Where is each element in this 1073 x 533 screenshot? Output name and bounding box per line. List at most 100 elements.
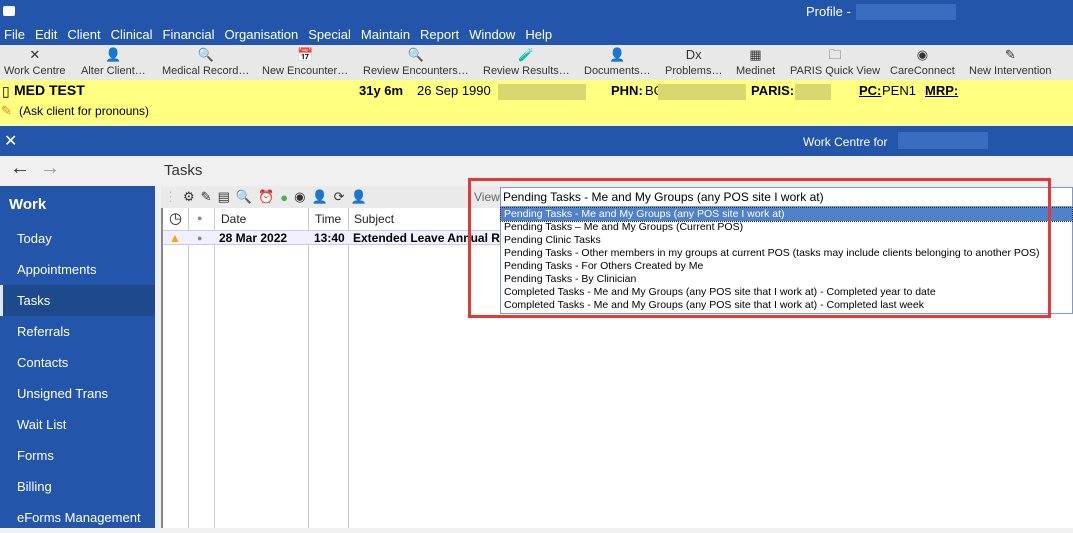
- view-option[interactable]: Completed Tasks - Me and My Groups (any …: [501, 299, 1072, 312]
- menu-help[interactable]: Help: [521, 25, 558, 45]
- search-icon[interactable]: 🔍: [236, 189, 252, 205]
- view-option[interactable]: Pending Tasks - For Others Created by Me: [501, 260, 1072, 273]
- nav-bar: ← →: [0, 156, 160, 186]
- client-dob: 26 Sep 1990: [417, 83, 491, 98]
- work-centre-bar: ✕ Work Centre for: [0, 126, 1073, 156]
- careconnect-icon: ◉: [916, 47, 929, 62]
- sidebar-item-appointments[interactable]: Appointments: [0, 254, 155, 285]
- forward-arrow-icon[interactable]: →: [40, 157, 60, 180]
- menu-bar: File Edit Client Clinical Financial Organisat…: [0, 25, 1073, 45]
- menu-client[interactable]: Client: [63, 25, 106, 45]
- sidebar-item-contacts[interactable]: Contacts: [0, 347, 155, 378]
- clock-icon[interactable]: ◷: [169, 209, 182, 227]
- magnifier-icon: 🔍: [197, 47, 214, 62]
- view-option[interactable]: Pending Tasks - Other members in my grou…: [501, 247, 1072, 260]
- menu-maintain[interactable]: Maintain: [357, 25, 416, 45]
- menu-window[interactable]: Window: [465, 25, 521, 45]
- toolbar-button-medical-record[interactable]: 🔍 Medical Record…: [162, 45, 249, 77]
- toolbar-button-alter-client[interactable]: 👤 Alter Client…: [81, 45, 146, 77]
- task-date: 28 Mar 2022: [219, 231, 288, 245]
- sidebar-item-wait-list[interactable]: Wait List: [0, 409, 155, 440]
- sidebar-item-forms[interactable]: Forms: [0, 440, 155, 471]
- toolbar-button-review-encounters[interactable]: 🔍 Review Encounters…: [363, 45, 469, 77]
- status-dot-icon[interactable]: ●: [197, 213, 202, 223]
- column-header-subject[interactable]: Subject: [354, 212, 394, 226]
- menu-file[interactable]: File: [0, 25, 31, 45]
- pc-label[interactable]: PC:: [859, 83, 881, 98]
- calendar-plus-icon: 📅: [297, 47, 314, 62]
- toolbar-button-careconnect[interactable]: ◉ CareConnect: [890, 45, 955, 77]
- redacted: [856, 4, 956, 20]
- menu-edit[interactable]: Edit: [31, 25, 63, 45]
- menu-report[interactable]: Report: [416, 25, 465, 45]
- pronouns-note[interactable]: (Ask client for pronouns): [19, 104, 149, 118]
- view-select[interactable]: Pending Tasks - Me and My Groups (any PO…: [500, 187, 1073, 207]
- toolbar-button-work-centre[interactable]: ✕ Work Centre: [4, 45, 66, 77]
- toolbar-label: Problems…: [665, 65, 723, 77]
- tools-icon: ✕: [4, 133, 18, 150]
- sidebar-item-billing[interactable]: Billing: [0, 471, 155, 502]
- plus-pen-icon: ✎: [1004, 47, 1016, 62]
- toolbar-button-documents[interactable]: 👤 Documents…: [584, 45, 651, 77]
- sidebar-item-tasks[interactable]: Tasks: [0, 285, 155, 316]
- toolbar-label: New Encounter…: [262, 65, 349, 77]
- app-icon: [3, 6, 15, 16]
- menu-organisation[interactable]: Organisation: [221, 25, 305, 45]
- alarm-icon[interactable]: ⏰: [258, 189, 274, 205]
- toolbar-label: Review Results…: [483, 65, 570, 77]
- toolbar-button-problems[interactable]: Dx Problems…: [665, 45, 722, 77]
- toolbar-label: Documents…: [584, 65, 651, 77]
- grip-handle[interactable]: ⋮: [164, 189, 177, 205]
- menu-financial[interactable]: Financial: [159, 25, 221, 45]
- sidebar-item-eforms-management[interactable]: eForms Management: [0, 502, 155, 533]
- refresh-icon[interactable]: ⟳: [334, 189, 345, 205]
- client-banner: ▯ MED TEST 31y 6m 26 Sep 1990 PHN: BC PA…: [0, 80, 1073, 125]
- person-edit-icon: 👤: [105, 47, 122, 62]
- tools-icon: ✕: [29, 47, 41, 62]
- toolbar-button-medinet[interactable]: ▦ Medinet: [736, 45, 775, 77]
- dx-icon: Dx: [685, 47, 702, 62]
- column-header-date[interactable]: Date: [221, 212, 246, 226]
- chart-icon: ▯: [2, 83, 10, 99]
- view-label: View: [474, 190, 500, 204]
- person-icon[interactable]: 👤: [351, 189, 367, 205]
- menu-special[interactable]: Special: [304, 25, 357, 45]
- paris-label: PARIS:: [751, 83, 795, 98]
- task-time: 13:40: [314, 231, 345, 245]
- toolbar-button-paris-quick-view[interactable]: 🗀 PARIS Quick View: [790, 45, 880, 77]
- toolbar-label: Medical Record…: [162, 65, 250, 77]
- page-title: Tasks: [164, 162, 203, 179]
- sidebar-item-unsigned-trans[interactable]: Unsigned Trans: [0, 378, 155, 409]
- mrp-label[interactable]: MRP:: [925, 83, 958, 98]
- toolbar-label: New Intervention: [969, 65, 1052, 77]
- edit-icon[interactable]: ✎: [201, 189, 212, 205]
- complete-check-icon[interactable]: ●: [280, 190, 288, 205]
- back-arrow-icon[interactable]: ←: [10, 157, 30, 180]
- view-option[interactable]: Completed Tasks - Me and My Groups (any …: [501, 286, 1072, 299]
- sidebar-item-referrals[interactable]: Referrals: [0, 316, 155, 347]
- toolbar-button-new-intervention[interactable]: ✎ New Intervention: [969, 45, 1052, 77]
- toolbar-button-review-results[interactable]: 🧪 Review Results…: [483, 45, 570, 77]
- eye-icon[interactable]: ◉: [294, 189, 305, 205]
- sidebar-item-today[interactable]: Today: [0, 223, 155, 254]
- redacted: [658, 84, 746, 100]
- test-tube-icon: 🧪: [518, 47, 535, 62]
- medinet-icon: ▦: [749, 47, 762, 62]
- settings-icon[interactable]: ⚙: [183, 189, 195, 205]
- magnifier-icon: 🔍: [407, 47, 424, 62]
- view-option[interactable]: Pending Tasks - Me and My Groups (any PO…: [500, 207, 1073, 222]
- view-option[interactable]: Pending Clinic Tasks: [501, 234, 1072, 247]
- pc-value: PEN1: [882, 83, 916, 98]
- person-mail-icon: 👤: [609, 47, 626, 62]
- redacted: [898, 132, 988, 149]
- view-option[interactable]: Pending Tasks - By Clinician: [501, 273, 1072, 286]
- toolbar-label: CareConnect: [890, 65, 955, 77]
- toolbar-button-new-encounter[interactable]: 📅 New Encounter…: [262, 45, 348, 77]
- sidebar: Work Today Appointments Tasks Referrals Cont…: [0, 186, 155, 528]
- column-header-time[interactable]: Time: [315, 212, 341, 226]
- client-name: MED TEST: [14, 82, 85, 98]
- view-option[interactable]: Pending Tasks – Me and My Groups (Curren…: [501, 221, 1072, 234]
- print-icon[interactable]: ▤: [218, 189, 230, 205]
- phn-label: PHN:: [611, 83, 643, 98]
- menu-clinical[interactable]: Clinical: [107, 25, 159, 45]
